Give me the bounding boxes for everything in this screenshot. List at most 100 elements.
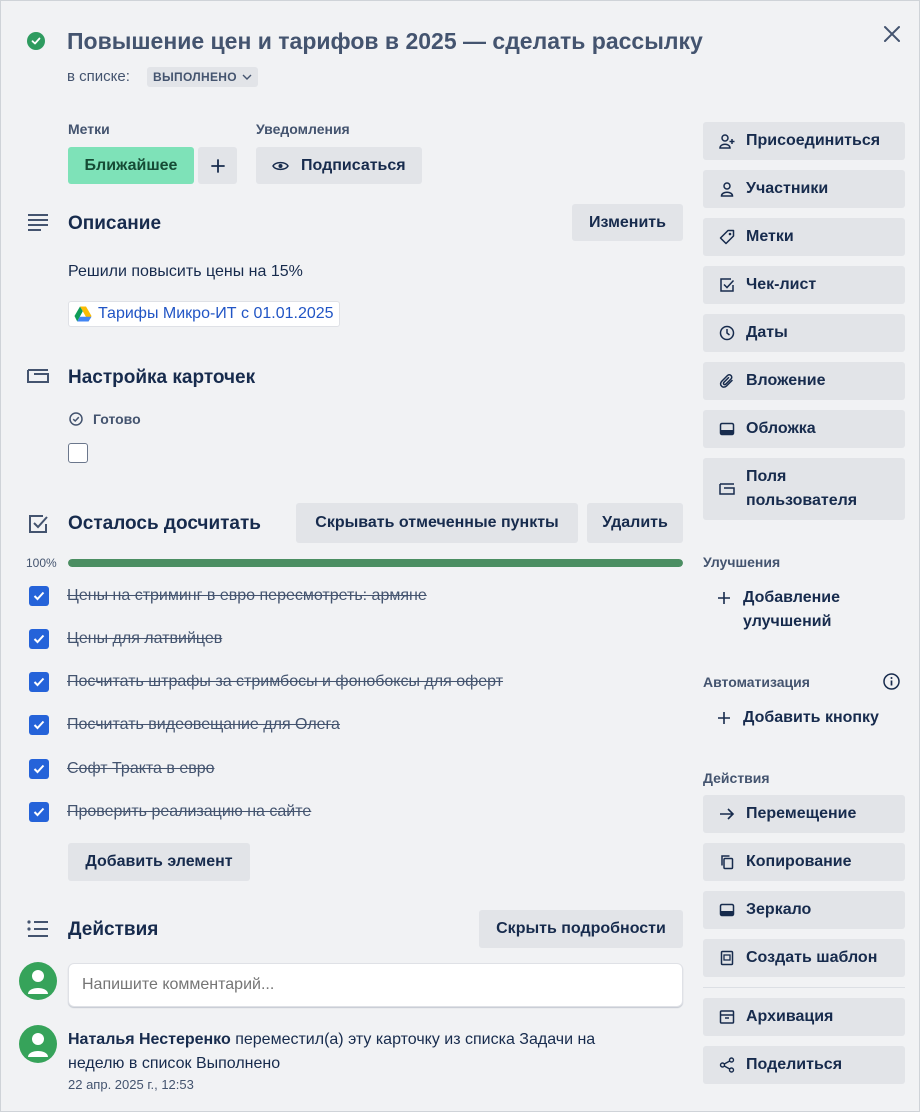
copy-button[interactable]: Копирование (703, 843, 905, 881)
cover-button[interactable]: Обложка (703, 410, 905, 448)
activity-icon (27, 920, 49, 938)
copy-icon (719, 854, 735, 870)
activity-text-line1: переместил(а) эту карточку из списка Зад… (235, 1031, 596, 1048)
card-settings-heading: Настройка карточек (68, 367, 256, 388)
checklist-item[interactable]: Цены на стриминг в евро пересмотреть: ар… (67, 587, 427, 605)
members-label: Участники (746, 180, 829, 197)
label-chip-text: Ближайшее (84, 156, 178, 174)
join-label: Присоединиться (746, 132, 881, 149)
list-selector[interactable]: ВЫПОЛНЕНО (147, 67, 258, 87)
checklist-item[interactable]: Проверить реализацию на сайте (67, 803, 311, 821)
mirror-button[interactable]: Зеркало (703, 891, 905, 929)
eye-icon (272, 160, 289, 172)
powerups-heading: Улучшения (703, 554, 781, 570)
checklist-item[interactable]: Цены для латвийцев (67, 630, 222, 648)
description-icon (27, 213, 49, 231)
hide-details-button[interactable]: Скрыть подробности (479, 910, 683, 948)
label-chip[interactable]: Ближайшее (68, 147, 194, 184)
attachment-button[interactable]: Вложение (703, 362, 905, 400)
custom-fields-label: Поля пользователя (746, 468, 858, 509)
move-button[interactable]: Перемещение (703, 795, 905, 833)
plus-icon (717, 586, 731, 605)
checklist-button[interactable]: Чек-лист (703, 266, 905, 304)
share-label: Поделиться (746, 1056, 843, 1073)
edit-description-button[interactable]: Изменить (572, 204, 683, 241)
move-label: Перемещение (746, 805, 857, 822)
hide-checked-button[interactable]: Скрывать отмеченные пункты (296, 503, 578, 543)
actions-heading: Действия (703, 770, 770, 786)
info-icon[interactable] (883, 673, 900, 690)
done-checkbox[interactable] (68, 443, 88, 463)
description-heading: Описание (68, 213, 162, 234)
plus-icon (717, 706, 731, 725)
join-button[interactable]: Присоединиться (703, 122, 905, 160)
activity-timestamp[interactable]: 22 апр. 2025 г., 12:53 (68, 1077, 194, 1092)
subscribe-button[interactable]: Подписаться (256, 147, 422, 184)
checklist-item-checkbox[interactable] (29, 672, 49, 692)
add-powerups-label: Добавление улучшений (743, 589, 841, 630)
add-button-action[interactable]: Добавить кнопку (717, 706, 879, 730)
checklist-heading: Осталось досчитать (68, 513, 261, 534)
avatar[interactable] (19, 962, 57, 1000)
in-list-prefix: в списке: (67, 68, 130, 85)
person-icon (719, 181, 735, 197)
card-title[interactable]: Повышение цен и тарифов в 2025 — сделать… (67, 28, 703, 55)
notifications-heading: Уведомления (256, 121, 350, 137)
labels-label: Метки (746, 228, 794, 245)
dates-label: Даты (746, 324, 788, 341)
checklist-item-checkbox[interactable] (29, 802, 49, 822)
add-powerups-button[interactable]: Добавление улучшений (717, 586, 840, 634)
check-circle-icon (69, 412, 83, 426)
checklist-item-checkbox[interactable] (29, 759, 49, 779)
complete-icon[interactable] (27, 32, 45, 50)
activity-user-name[interactable]: Наталья Нестеренко (68, 1031, 231, 1048)
activity-entry-text: Наталья Нестеренко переместил(а) эту кар… (68, 1028, 688, 1076)
add-button-label: Добавить кнопку (743, 709, 879, 726)
archive-button[interactable]: Архивация (703, 998, 905, 1036)
list-name: ВЫПОЛНЕНО (153, 70, 237, 84)
paperclip-icon (719, 373, 735, 389)
checklist-item-checkbox[interactable] (29, 715, 49, 735)
google-drive-icon (74, 306, 92, 322)
checklist-item[interactable]: Софт Тракта в евро (67, 760, 215, 778)
hide-checked-label: Скрывать отмеченные пункты (315, 514, 559, 531)
dates-button[interactable]: Даты (703, 314, 905, 352)
custom-fields-button[interactable]: Поля пользователя (703, 458, 905, 520)
copy-label: Копирование (746, 853, 852, 870)
labels-button[interactable]: Метки (703, 218, 905, 256)
checklist-icon (28, 514, 48, 534)
members-button[interactable]: Участники (703, 170, 905, 208)
drive-attachment-link[interactable]: Тарифы Микро-ИТ с 01.01.2025 (68, 301, 340, 327)
checklist-label: Чек-лист (746, 276, 817, 293)
close-icon[interactable] (881, 23, 903, 45)
checklist-item-checkbox[interactable] (29, 629, 49, 649)
arrow-right-icon (719, 806, 735, 822)
checkbox-icon (719, 277, 735, 293)
delete-label: Удалить (602, 514, 668, 531)
delete-checklist-button[interactable]: Удалить (587, 503, 683, 543)
archive-icon (719, 1009, 735, 1025)
checklist-item-checkbox[interactable] (29, 586, 49, 606)
card-detail-window: Повышение цен и тарифов в 2025 — сделать… (0, 0, 920, 1112)
chevron-down-icon (242, 74, 252, 80)
comment-input[interactable] (68, 963, 683, 1007)
add-label-button[interactable] (198, 147, 237, 184)
attachment-link-text: Тарифы Микро-ИТ с 01.01.2025 (98, 305, 334, 322)
hide-details-label: Скрыть подробности (496, 920, 666, 937)
activity-text-line2: неделю в список Выполнено (68, 1055, 281, 1072)
create-template-button[interactable]: Создать шаблон (703, 939, 905, 977)
progress-bar-fill (68, 559, 683, 567)
progress-percent: 100% (26, 556, 57, 570)
avatar[interactable] (19, 1025, 57, 1063)
add-checklist-item-button[interactable]: Добавить элемент (68, 843, 250, 881)
archive-label: Архивация (746, 1008, 834, 1025)
share-button[interactable]: Поделиться (703, 1046, 905, 1084)
checklist-item[interactable]: Посчитать видеовещание для Олега (67, 716, 340, 734)
cover-icon (719, 421, 735, 437)
description-text[interactable]: Решили повысить цены на 15% (68, 263, 303, 281)
automation-heading: Автоматизация (703, 674, 810, 690)
checklist-item[interactable]: Посчитать штрафы за стримбосы и фонобокс… (67, 673, 503, 691)
edit-label: Изменить (589, 213, 666, 231)
subscribe-label: Подписаться (301, 156, 406, 174)
progress-bar-track (68, 559, 683, 567)
